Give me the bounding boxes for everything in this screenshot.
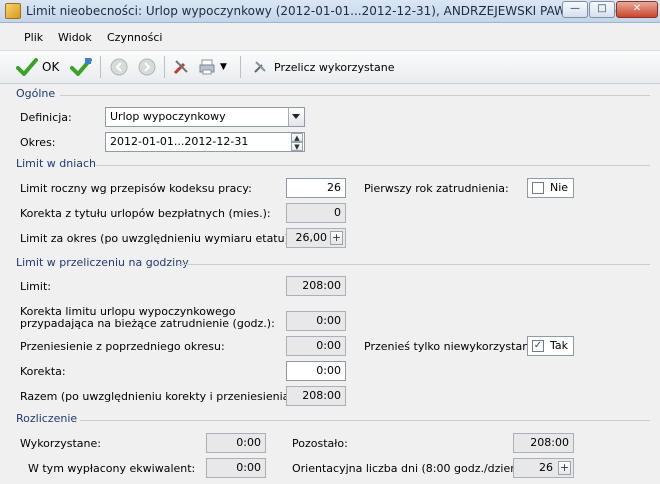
tools-button[interactable] [172, 55, 190, 79]
carry-over-value: 0:00 [286, 336, 346, 356]
correction-label: Korekta: [20, 365, 66, 378]
plus-icon[interactable]: + [558, 461, 571, 475]
first-year-text: Nie [550, 181, 569, 194]
section-divider [178, 264, 650, 265]
correction-input[interactable]: 0:00 [286, 361, 346, 381]
remaining-value: 208:00 [513, 433, 574, 453]
carry-unused-field[interactable]: ✓ Tak [527, 336, 574, 356]
recalculate-label: Przelicz wykorzystane [274, 60, 395, 74]
checkmark-save-icon [70, 58, 92, 76]
unpaid-correction-value: 0 [286, 203, 346, 223]
tools-icon [173, 60, 188, 75]
close-button[interactable]: ✕ [616, 1, 658, 18]
period-limit-value: 26,00 + [286, 228, 346, 248]
annual-limit-input[interactable]: 26 [286, 178, 346, 198]
current-correction-value: 0:00 [286, 311, 346, 331]
used-value: 0:00 [206, 433, 266, 453]
section-general-title: Ogólne [16, 87, 56, 100]
unpaid-correction-label: Korekta z tytułu urlopów bezpłatnych (mi… [20, 207, 271, 220]
window-title: Limit nieobecności: Urlop wypoczynkowy (… [26, 4, 617, 18]
plus-icon[interactable]: + [330, 231, 343, 245]
period-input[interactable]: 2012-01-01...2012-12-31 ▲ ▼ [105, 132, 305, 152]
total-value: 208:00 [286, 386, 346, 406]
used-label: Wykorzystane: [20, 437, 101, 450]
menu-plik[interactable]: Plik [24, 31, 43, 44]
definition-select[interactable]: Urlop wypoczynkowy [105, 107, 305, 127]
carry-unused-text: Tak [550, 339, 569, 352]
estimated-days-text: 26 [539, 461, 553, 474]
ok-button[interactable]: OK [16, 55, 59, 79]
current-correction-label-line2: przypadająca na bieżące zatrudnienie (go… [20, 317, 275, 330]
print-button[interactable]: ▼ [198, 55, 227, 79]
period-limit-text: 26,00 [295, 231, 328, 244]
toolbar-separator [100, 56, 101, 78]
first-year-field[interactable]: Nie [527, 178, 574, 198]
limit-window: Limit nieobecności: Urlop wypoczynkowy (… [0, 0, 660, 484]
maximize-button[interactable]: □ [589, 1, 615, 18]
toolbar-separator [164, 56, 165, 78]
annual-limit-label: Limit roczny wg przepisów kodeksu pracy: [20, 182, 252, 195]
recalculate-button[interactable]: Przelicz wykorzystane [252, 55, 394, 79]
period-value: 2012-01-01...2012-12-31 [110, 135, 249, 148]
toolbar-separator [240, 56, 241, 78]
definition-value: Urlop wypoczynkowy [110, 110, 226, 123]
remaining-label: Pozostało: [292, 437, 348, 450]
hours-limit-value: 208:00 [286, 276, 346, 296]
wrench-icon [254, 61, 266, 73]
menu-czynnosci[interactable]: Czynności [107, 31, 162, 44]
carry-unused-label: Przenieś tylko niewykorzystany: [364, 340, 539, 353]
hours-limit-label: Limit: [20, 280, 51, 293]
minimize-button[interactable]: — [562, 1, 588, 18]
period-label: Okres: [20, 136, 56, 149]
app-icon [5, 3, 21, 19]
chevron-down-icon [292, 114, 300, 119]
definition-label: Definicja: [20, 111, 72, 124]
section-days-title: Limit w dniach [16, 157, 97, 170]
title-bar[interactable]: Limit nieobecności: Urlop wypoczynkowy (… [0, 0, 660, 23]
first-year-label: Pierwszy rok zatrudnienia: [364, 182, 509, 195]
paid-equivalent-value: 0:00 [206, 458, 266, 478]
save-apply-button[interactable] [70, 55, 92, 79]
first-year-checkbox[interactable] [532, 182, 544, 194]
carry-over-label: Przeniesienie z poprzedniego okresu: [20, 340, 225, 353]
previous-button[interactable] [110, 55, 128, 79]
arrow-right-icon [138, 58, 156, 76]
definition-dropdown-button[interactable] [288, 108, 304, 126]
section-divider [60, 95, 650, 96]
next-button[interactable] [138, 55, 156, 79]
section-settlement-title: Rozliczenie [16, 412, 78, 425]
toolbar: OK ▼ Przelicz wykorzystane [0, 50, 660, 84]
period-limit-label: Limit za okres (po uwzględnieniu wymiaru… [20, 232, 293, 245]
carry-unused-checkbox[interactable]: ✓ [532, 340, 544, 352]
printer-icon [199, 59, 215, 75]
estimated-days-label: Orientacyjna liczba dni (8:00 godz./dzie… [292, 462, 526, 475]
spin-down-icon[interactable]: ▼ [291, 142, 303, 151]
paid-equivalent-label: W tym wypłacony ekwiwalent: [28, 462, 196, 475]
checkmark-icon [16, 58, 38, 76]
ok-label: OK [42, 60, 60, 74]
section-hours-title: Limit w przeliczeniu na godziny [16, 256, 189, 269]
arrow-left-icon [110, 58, 128, 76]
menu-widok[interactable]: Widok [58, 31, 92, 44]
chevron-down-icon[interactable]: ▼ [220, 62, 227, 72]
menu-bar: Plik Widok Czynności [0, 26, 660, 48]
section-divider [80, 420, 650, 421]
estimated-days-value: 26 + [513, 458, 574, 478]
spin-up-icon[interactable]: ▲ [291, 133, 303, 142]
total-label: Razem (po uwzględnieniu korekty i przeni… [20, 390, 298, 403]
section-divider [96, 165, 650, 166]
